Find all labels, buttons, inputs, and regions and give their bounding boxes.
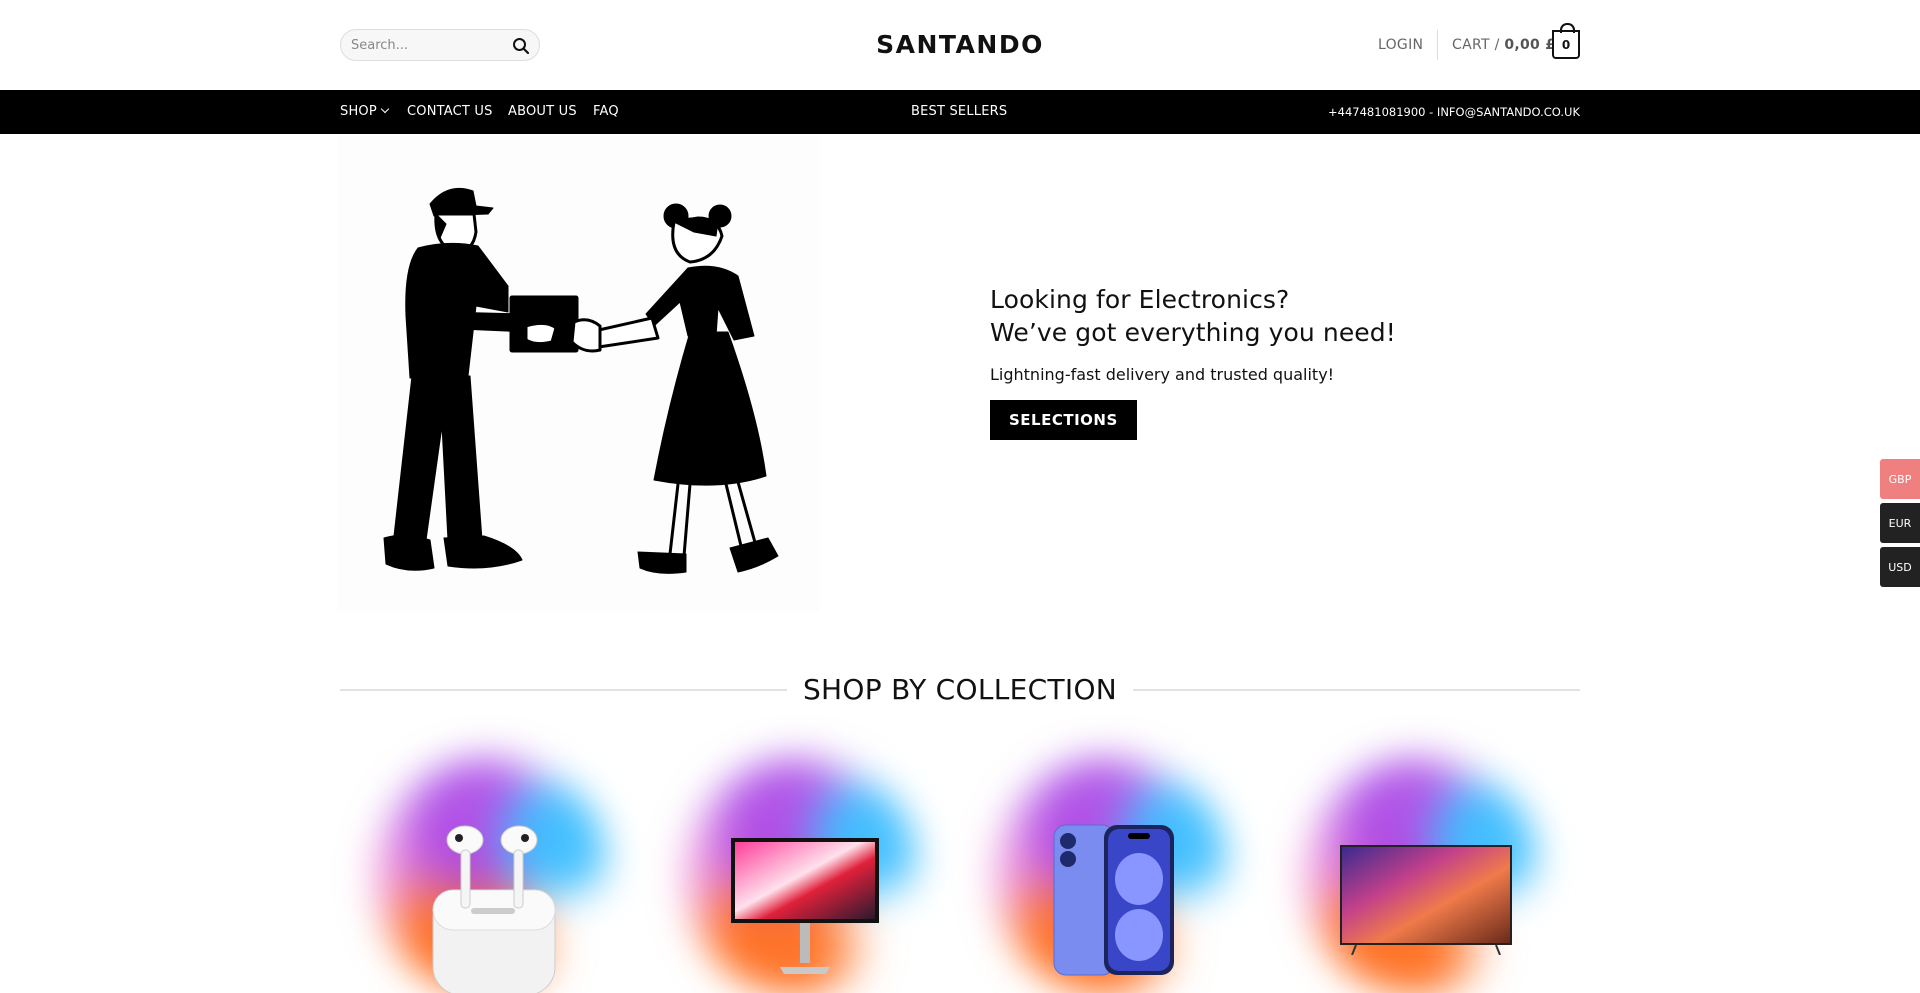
- nav-best-sellers[interactable]: BEST SELLERS: [911, 104, 1007, 119]
- site-header: SANTANDO LOGIN CART / 0,00 £ 0: [0, 0, 1920, 90]
- nav-shop-label: SHOP: [340, 104, 377, 119]
- currency-usd[interactable]: USD: [1880, 547, 1920, 587]
- nav-faq[interactable]: FAQ: [593, 104, 619, 119]
- smartphone-icon: [1053, 824, 1174, 976]
- collection-card-tvs[interactable]: [1280, 745, 1560, 993]
- cart-count: 0: [1561, 37, 1571, 52]
- nav-contact-info: +447481081900 - INFO@SANTANDO.CO.UK: [1328, 105, 1580, 119]
- main-nav: SHOP CONTACT US ABOUT US FAQ BEST SELLER…: [0, 90, 1920, 134]
- currency-gbp[interactable]: GBP: [1880, 459, 1920, 499]
- hero-text: Looking for Electronics? We’ve got every…: [990, 283, 1630, 440]
- header-divider: [1437, 30, 1438, 60]
- hero-title-line2: We’ve got everything you need!: [990, 318, 1396, 347]
- hero-subtitle: Lightning-fast delivery and trusted qual…: [990, 365, 1335, 384]
- hero-illustration: [338, 136, 820, 611]
- currency-eur[interactable]: EUR: [1880, 503, 1920, 543]
- tv-icon: [1340, 845, 1512, 955]
- chevron-down-icon: [380, 104, 390, 114]
- delivery-illustration-icon: [383, 187, 779, 574]
- collection-card-monitors[interactable]: [660, 745, 940, 993]
- cart-bag-icon[interactable]: 0: [1552, 23, 1580, 59]
- nav-about-us[interactable]: ABOUT US: [508, 104, 577, 119]
- cart-label: CART /: [1452, 37, 1500, 53]
- site-logo[interactable]: SANTANDO: [0, 30, 1920, 59]
- hero-title-line1: Looking for Electronics?: [990, 285, 1290, 314]
- collection-heading: SHOP BY COLLECTION: [340, 668, 1580, 708]
- collection-card-earbuds[interactable]: [350, 745, 630, 993]
- monitor-icon: [731, 838, 879, 974]
- cart-total: 0,00 £: [1504, 37, 1556, 53]
- nav-contact-us[interactable]: CONTACT US: [407, 104, 493, 119]
- hero-title: Looking for Electronics? We’ve got every…: [990, 283, 1630, 349]
- nav-shop[interactable]: SHOP: [340, 104, 390, 119]
- collection-card-smartphones[interactable]: [970, 745, 1250, 993]
- selections-button[interactable]: SELECTIONS: [990, 400, 1137, 440]
- earbuds-icon: [432, 825, 556, 993]
- cart-link[interactable]: CART / 0,00 £: [1452, 37, 1555, 53]
- collection-title: SHOP BY COLLECTION: [340, 673, 1580, 706]
- login-link[interactable]: LOGIN: [1378, 37, 1423, 53]
